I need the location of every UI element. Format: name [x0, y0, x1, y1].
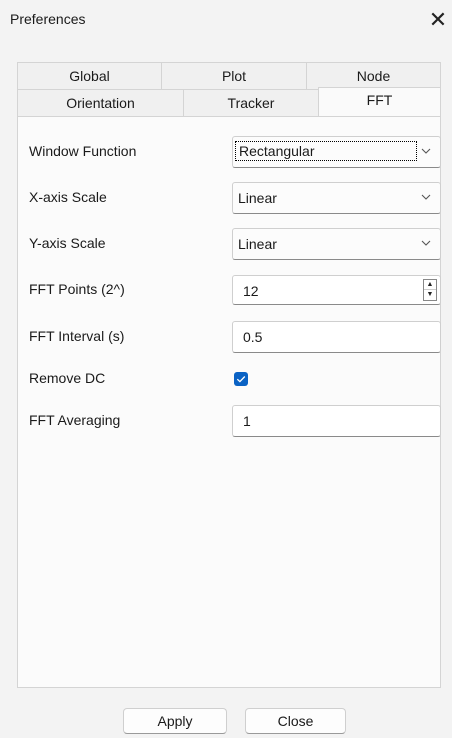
fft-averaging-label: FFT Averaging: [29, 412, 121, 428]
window-function-label: Window Function: [29, 143, 137, 159]
window-function-select[interactable]: Rectangular: [232, 136, 441, 168]
apply-button[interactable]: Apply: [123, 708, 227, 734]
fft-averaging-value: 1: [243, 413, 251, 429]
fft-interval-label: FFT Interval (s): [29, 328, 125, 344]
tab-node[interactable]: Node: [306, 62, 441, 90]
window-function-value: Rectangular: [235, 141, 417, 161]
spin-down-icon[interactable]: ▼: [424, 290, 436, 300]
y-axis-scale-select[interactable]: Linear: [232, 228, 441, 260]
chevron-down-icon: [421, 240, 431, 246]
tab-bar: Global Plot Node Orientation Tracker FFT: [17, 62, 441, 118]
fft-interval-input[interactable]: 0.5: [232, 321, 441, 353]
tab-tracker[interactable]: Tracker: [183, 89, 319, 117]
spin-arrows: ▲ ▼: [423, 279, 437, 301]
close-button-label: Close: [277, 713, 314, 729]
x-axis-scale-select[interactable]: Linear: [232, 182, 441, 214]
remove-dc-label: Remove DC: [29, 370, 106, 386]
x-axis-scale-label: X-axis Scale: [29, 189, 107, 205]
tab-orientation[interactable]: Orientation: [17, 89, 184, 117]
fft-averaging-input[interactable]: 1: [232, 405, 441, 437]
fft-points-label: FFT Points (2^): [29, 281, 125, 297]
tab-label: Plot: [221, 68, 247, 84]
y-axis-scale-value: Linear: [238, 236, 277, 252]
tab-label: Orientation: [66, 95, 135, 111]
tab-label: Global: [69, 68, 110, 84]
apply-button-label: Apply: [157, 713, 193, 729]
close-button[interactable]: Close: [245, 708, 346, 734]
preferences-dialog: Preferences ✕ Global Plot Node Orientati…: [0, 0, 452, 738]
chevron-down-icon: [421, 194, 431, 200]
remove-dc-checkbox[interactable]: [234, 372, 248, 386]
title-bar: Preferences ✕: [0, 0, 452, 42]
fft-points-value: 12: [243, 283, 259, 299]
checkmark-icon: [236, 376, 246, 383]
y-axis-scale-label: Y-axis Scale: [29, 235, 106, 251]
spin-up-icon[interactable]: ▲: [424, 280, 436, 290]
tab-fft[interactable]: FFT: [318, 87, 441, 117]
window-title: Preferences: [10, 11, 86, 27]
tab-global[interactable]: Global: [17, 62, 162, 90]
fft-points-spinbox[interactable]: 12 ▲ ▼: [232, 275, 441, 305]
tab-label: Node: [356, 68, 391, 84]
x-axis-scale-value: Linear: [238, 190, 277, 206]
tab-label: Tracker: [227, 95, 275, 111]
tab-plot[interactable]: Plot: [161, 62, 307, 90]
chevron-down-icon: [421, 148, 431, 154]
tab-label: FFT: [366, 92, 393, 108]
fft-interval-value: 0.5: [243, 329, 263, 345]
close-icon[interactable]: ✕: [426, 6, 450, 34]
